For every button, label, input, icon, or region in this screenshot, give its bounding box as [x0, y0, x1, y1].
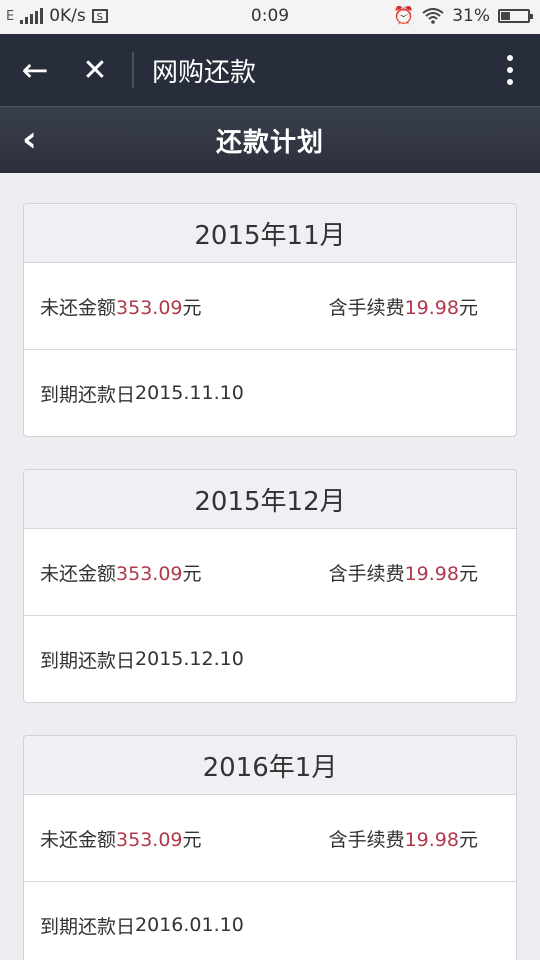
plan-month: 2015年11月	[24, 204, 516, 263]
amount-row: 未还金额353.09元 含手续费19.98元	[24, 529, 516, 616]
fee-amount: 含手续费19.98元	[328, 828, 478, 851]
plan-month: 2015年12月	[24, 470, 516, 529]
battery-percent: 31%	[452, 6, 490, 26]
divider	[132, 52, 134, 88]
fee-amount: 含手续费19.98元	[328, 296, 478, 319]
unpaid-amount: 未还金额353.09元	[40, 562, 202, 585]
page-title: 还款计划	[215, 127, 324, 158]
status-bar: E 0K/s S 0:09 ⏰ 31%	[0, 0, 540, 34]
due-date-row: 到期还款日 2015.11.10	[40, 382, 244, 406]
unpaid-amount: 未还金额353.09元	[40, 828, 202, 851]
plan-card: 2015年12月 未还金额353.09元 含手续费19.98元 到期还款日 201…	[23, 469, 517, 703]
more-menu-icon[interactable]	[480, 55, 540, 85]
back-arrow-icon[interactable]: ←	[0, 51, 70, 89]
unpaid-amount: 未还金额353.09元	[40, 296, 202, 319]
amount-row: 未还金额353.09元 含手续费19.98元	[24, 795, 516, 882]
app-bar: ← ✕ 网购还款	[0, 34, 540, 106]
wifi-icon	[422, 8, 444, 24]
plan-month: 2016年1月	[24, 736, 516, 795]
battery-icon	[498, 9, 533, 23]
status-right: ⏰ 31%	[393, 6, 533, 26]
close-icon[interactable]: ✕	[70, 53, 120, 88]
due-date-row: 到期还款日 2016.01.10	[40, 914, 244, 938]
fee-amount: 含手续费19.98元	[328, 562, 478, 585]
app-title: 网购还款	[152, 57, 257, 88]
alarm-icon: ⏰	[393, 6, 415, 26]
due-date-row: 到期还款日 2015.12.10	[40, 648, 244, 672]
chevron-left-icon[interactable]: ‹	[22, 119, 37, 160]
plan-card: 2016年1月 未还金额353.09元 含手续费19.98元 到期还款日 2016…	[23, 735, 517, 960]
sub-header: ‹ 还款计划	[0, 106, 540, 173]
amount-row: 未还金额353.09元 含手续费19.98元	[24, 263, 516, 350]
plan-card: 2015年11月 未还金额353.09元 含手续费19.98元 到期还款日 201…	[23, 203, 517, 437]
plan-list: 2015年11月 未还金额353.09元 含手续费19.98元 到期还款日 201…	[0, 173, 540, 960]
